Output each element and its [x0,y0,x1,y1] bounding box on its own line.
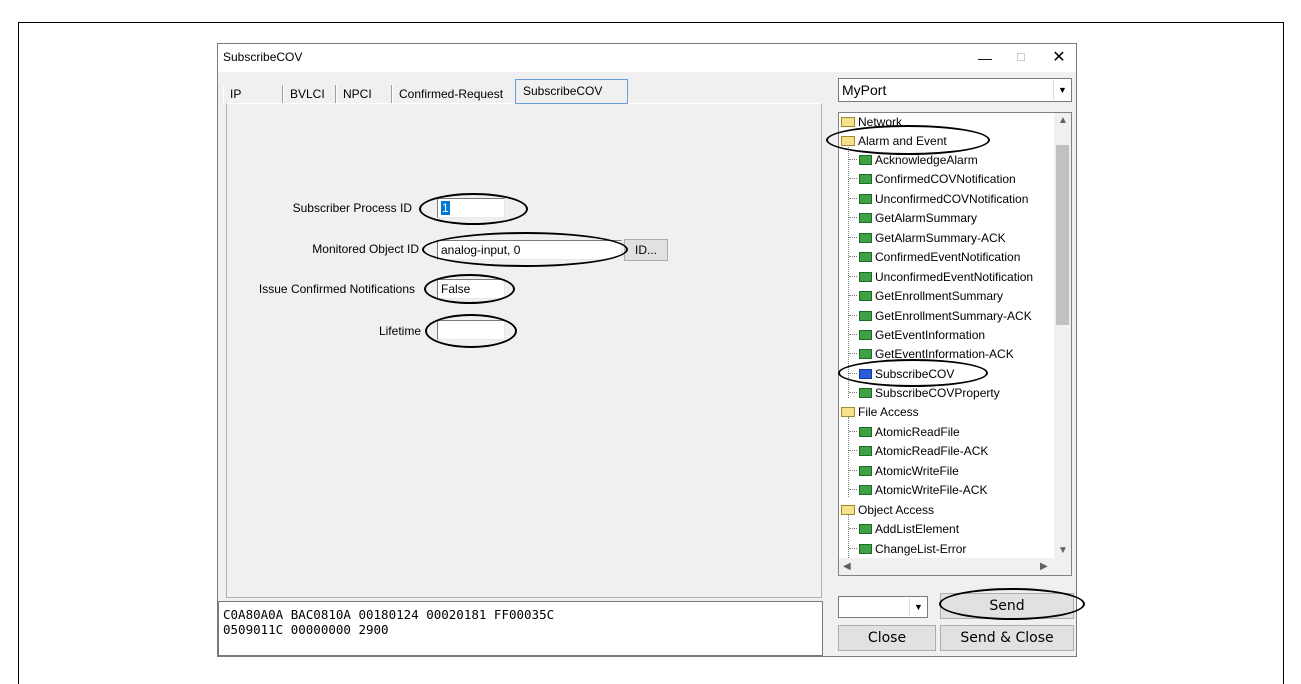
service-icon [859,233,872,243]
tree-horizontal-scrollbar[interactable]: ◀ ▶ [839,558,1054,575]
service-icon [859,466,872,476]
tab-ip[interactable]: IP [223,85,283,103]
tree-folder-network[interactable]: Network [841,113,902,132]
tree-item[interactable]: AtomicReadFile-ACK [849,442,988,461]
tree-folder-file-access[interactable]: File Access [841,403,919,422]
service-icon [859,427,872,437]
tree-item[interactable]: ChangeList-Error [849,540,966,559]
tree-folder-object-access[interactable]: Object Access [841,501,934,520]
monitored-object-id-label: Monitored Object ID [312,242,419,256]
close-button[interactable]: Close [838,625,936,651]
service-icon [859,485,872,495]
tree-item[interactable]: AtomicWriteFile-ACK [849,481,987,500]
chevron-down-icon[interactable]: ▼ [909,598,927,616]
tree-item-subscribecov-selected[interactable]: SubscribeCOV [849,365,954,384]
tree-item[interactable]: GetEventInformation [849,326,985,345]
tree-item[interactable]: GetEventInformation-ACK [849,345,1014,364]
service-icon [859,311,872,321]
scroll-right-icon[interactable]: ▶ [1040,561,1048,572]
tree-item[interactable]: ConfirmedEventNotification [849,248,1020,267]
chevron-down-icon[interactable]: ▼ [1053,80,1071,100]
service-icon [859,213,872,223]
service-icon [859,155,872,165]
object-id-button[interactable]: ID... [624,239,668,261]
monitored-object-id-input[interactable]: analog-input, 0 [437,240,622,260]
service-icon [859,174,872,184]
tree-item[interactable]: AcknowledgeAlarm [849,151,978,170]
tree-item[interactable]: ConfirmedCOVNotification [849,170,1016,189]
lifetime-label: Lifetime [378,324,421,338]
tree-item[interactable]: AtomicWriteFile [849,462,959,481]
service-icon [859,524,872,534]
service-icon [859,388,872,398]
tab-npci[interactable]: NPCI [336,85,392,103]
tree-item[interactable]: UnconfirmedCOVNotification [849,190,1028,209]
lifetime-input[interactable] [437,320,505,340]
folder-open-icon [841,407,855,417]
port-select[interactable]: MyPort ▼ [838,78,1072,102]
tree-item[interactable]: UnconfirmedEventNotification [849,268,1033,287]
hex-line-1: C0A80A0A BAC0810A 00180124 00020181 FF00… [223,607,555,622]
window-title: SubscribeCOV [223,50,303,64]
service-icon [859,194,872,204]
service-icon [859,330,872,340]
scroll-down-icon[interactable]: ▼ [1058,545,1068,556]
service-icon [859,349,872,359]
folder-open-icon [841,505,855,515]
issue-confirmed-notifications-input[interactable]: False [437,279,505,299]
close-window-button[interactable]: ✕ [1044,48,1074,68]
port-select-value: MyPort [842,82,887,98]
service-tree[interactable]: Network Alarm and Event AcknowledgeAlarm… [838,112,1072,576]
tree-vertical-scrollbar[interactable]: ▲ ▼ [1054,113,1071,559]
hex-line-2: 0509011C 00000000 2900 [223,622,389,637]
send-button[interactable]: Send [940,593,1074,619]
service-icon [859,291,872,301]
service-selected-icon [859,369,872,379]
subscriber-process-id-label: Subscriber Process ID [292,201,412,215]
scroll-corner [1054,558,1071,575]
service-icon [859,544,872,554]
tab-subscribecov[interactable]: SubscribeCOV [515,79,628,104]
folder-open-icon [841,136,855,146]
tree-item[interactable]: GetEnrollmentSummary [849,287,1003,306]
tree-item[interactable]: AddListElement [849,520,959,539]
hex-output[interactable]: C0A80A0A BAC0810A 00180124 00020181 FF00… [218,601,823,656]
tree-item[interactable]: GetAlarmSummary-ACK [849,229,1006,248]
tab-panel [226,103,822,598]
destination-select[interactable]: ▼ [838,596,928,618]
scroll-up-icon[interactable]: ▲ [1058,115,1068,126]
tree-folder-alarm-and-event[interactable]: Alarm and Event [841,132,947,151]
tab-bvlci[interactable]: BVLCI [283,85,336,103]
scroll-left-icon[interactable]: ◀ [843,561,851,572]
tree-item[interactable]: SubscribeCOVProperty [849,384,1000,403]
service-icon [859,446,872,456]
folder-icon [841,117,855,127]
service-icon [859,272,872,282]
service-icon [859,252,872,262]
issue-confirmed-notifications-label: Issue Confirmed Notifications [258,282,415,296]
subscribecov-dialog: SubscribeCOV — ☐ ✕ IP BVLCI NPCI Confirm… [217,43,1077,657]
tree-item[interactable]: AtomicReadFile [849,423,960,442]
title-bar: SubscribeCOV — ☐ ✕ [218,44,1076,72]
subscriber-process-id-input[interactable]: 1 [437,198,505,218]
maximize-button[interactable]: ☐ [1006,48,1036,68]
send-and-close-button[interactable]: Send & Close [940,625,1074,651]
tree-item[interactable]: GetEnrollmentSummary-ACK [849,307,1032,326]
scroll-thumb[interactable] [1056,145,1069,325]
tab-confirmed-request[interactable]: Confirmed-Request [392,85,516,103]
minimize-button[interactable]: — [970,48,1000,68]
tree-item[interactable]: GetAlarmSummary [849,209,977,228]
